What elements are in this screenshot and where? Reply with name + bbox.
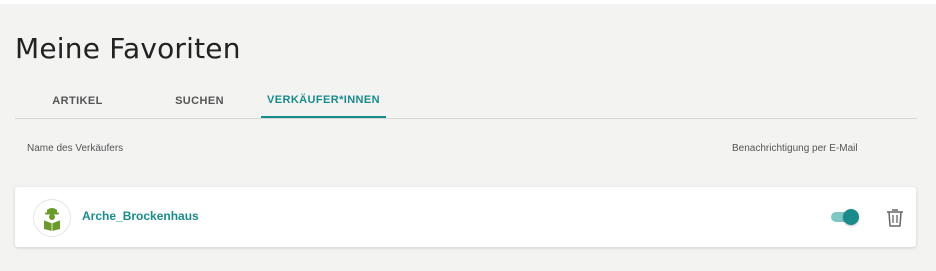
email-notification-toggle[interactable] — [829, 209, 859, 225]
favorites-page: Meine Favoriten ARTIKEL SUCHEN VERKÄUFER… — [0, 4, 936, 271]
tab-suchen[interactable]: SUCHEN — [137, 84, 262, 118]
tab-artikel[interactable]: ARTIKEL — [15, 84, 140, 118]
page-title: Meine Favoriten — [15, 32, 241, 65]
store-avatar-icon — [43, 208, 61, 231]
toggle-knob — [843, 209, 859, 225]
trash-icon[interactable] — [886, 208, 904, 228]
column-header-notification: Benachrichtigung per E-Mail — [732, 143, 858, 154]
tab-bar: ARTIKEL SUCHEN VERKÄUFER*INNEN — [15, 84, 917, 119]
seller-avatar — [33, 199, 71, 237]
tab-verkaeufer[interactable]: VERKÄUFER*INNEN — [261, 84, 386, 118]
seller-name-link[interactable]: Arche_Brockenhaus — [82, 209, 199, 223]
seller-row: Arche_Brockenhaus — [15, 187, 916, 247]
column-header-name: Name des Verkäufers — [27, 143, 124, 154]
